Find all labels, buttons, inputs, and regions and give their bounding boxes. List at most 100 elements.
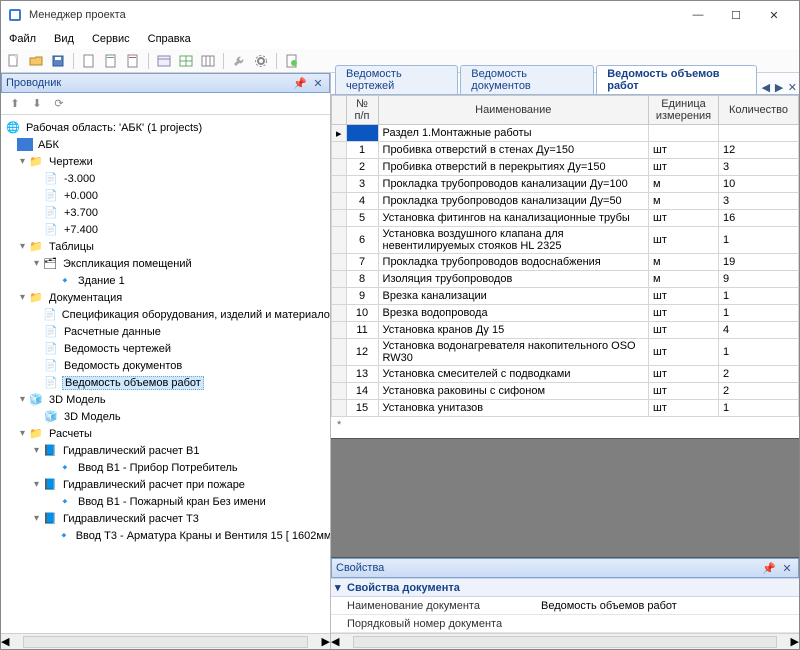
tabs-next-icon[interactable]: ▶ bbox=[773, 81, 786, 94]
cell-qty[interactable]: 12 bbox=[719, 142, 799, 159]
tb-doc1-icon[interactable] bbox=[80, 52, 98, 70]
project-tree[interactable]: 🌐Рабочая область: 'АБК' (1 projects) АБК… bbox=[1, 115, 330, 633]
table-row[interactable]: 7Прокладка трубопроводов водоснабжениям1… bbox=[332, 254, 799, 271]
tb-new-icon[interactable] bbox=[5, 52, 23, 70]
close-button[interactable]: ✕ bbox=[755, 3, 793, 27]
col-number[interactable]: № п/п bbox=[346, 96, 378, 125]
cell-name[interactable]: Установка воздушного клапана для невенти… bbox=[378, 227, 648, 254]
table-row[interactable]: 15Установка унитазовшт1 bbox=[332, 400, 799, 417]
pin-icon[interactable]: 📌 bbox=[762, 561, 776, 575]
tree-building[interactable]: Здание 1 bbox=[76, 275, 127, 287]
maximize-button[interactable]: ☐ bbox=[717, 3, 755, 27]
cell-num[interactable]: 10 bbox=[346, 305, 378, 322]
collapse-icon[interactable]: ▾ bbox=[17, 156, 28, 167]
menu-help[interactable]: Справка bbox=[146, 32, 193, 46]
tree-level[interactable]: +7.400 bbox=[62, 224, 100, 236]
tb-props-icon[interactable] bbox=[155, 52, 173, 70]
nav-up-icon[interactable]: ⬆ bbox=[7, 96, 23, 112]
tb-wrench-icon[interactable] bbox=[230, 52, 248, 70]
tree-level[interactable]: +0.000 bbox=[62, 190, 100, 202]
sidebar-scrollbar[interactable]: ◀▶ bbox=[1, 633, 330, 649]
cell-unit[interactable]: шт bbox=[649, 142, 719, 159]
tree-calc-t3[interactable]: Гидравлический расчет Т3 bbox=[61, 513, 201, 525]
tb-grid-icon[interactable] bbox=[177, 52, 195, 70]
tb-table-icon[interactable] bbox=[199, 52, 217, 70]
tb-report-icon[interactable] bbox=[283, 52, 301, 70]
tree-doc-item[interactable]: Расчетные данные bbox=[62, 326, 163, 338]
minimize-button[interactable]: — bbox=[679, 3, 717, 27]
cell-name[interactable]: Прокладка трубопроводов водоснабжения bbox=[378, 254, 648, 271]
cell-unit[interactable]: шт bbox=[649, 210, 719, 227]
section-cell[interactable]: Раздел 1.Монтажные работы bbox=[378, 125, 648, 142]
cell-qty[interactable]: 1 bbox=[719, 227, 799, 254]
cell-num[interactable]: 2 bbox=[346, 159, 378, 176]
nav-down-icon[interactable]: ⬇ bbox=[29, 96, 45, 112]
table-row[interactable]: 6Установка воздушного клапана для невент… bbox=[332, 227, 799, 254]
table-row[interactable]: 13Установка смесителей с подводкамишт2 bbox=[332, 366, 799, 383]
cell-num[interactable]: 5 bbox=[346, 210, 378, 227]
cell-num[interactable]: 4 bbox=[346, 193, 378, 210]
col-name[interactable]: Наименование bbox=[378, 96, 648, 125]
cell-num[interactable]: 14 bbox=[346, 383, 378, 400]
cell-name[interactable]: Врезка канализации bbox=[378, 288, 648, 305]
tab-work-volumes[interactable]: Ведомость объемов работ bbox=[596, 65, 757, 94]
cell-unit[interactable]: м bbox=[649, 176, 719, 193]
tree-doc-item[interactable]: Ведомость документов bbox=[62, 360, 184, 372]
cell-qty[interactable]: 1 bbox=[719, 339, 799, 366]
tree-calc-fire[interactable]: Гидравлический расчет при пожаре bbox=[61, 479, 247, 491]
tree-calc-fire-in[interactable]: Ввод В1 - Пожарный кран Без имени bbox=[76, 496, 268, 508]
table-row[interactable]: 4Прокладка трубопроводов канализации Ду=… bbox=[332, 193, 799, 210]
table-row[interactable]: 12Установка водонагревателя накопительно… bbox=[332, 339, 799, 366]
cell-qty[interactable]: 9 bbox=[719, 271, 799, 288]
tb-doc3-icon[interactable] bbox=[124, 52, 142, 70]
menu-file[interactable]: Файл bbox=[7, 32, 38, 46]
close-panel-icon[interactable]: ✕ bbox=[311, 76, 325, 90]
table-row[interactable]: 14Установка раковины с сифономшт2 bbox=[332, 383, 799, 400]
grid-scroll[interactable]: № п/п Наименование Единица измерения Кол… bbox=[331, 95, 799, 438]
cell-qty[interactable]: 19 bbox=[719, 254, 799, 271]
cell-num[interactable]: 8 bbox=[346, 271, 378, 288]
tab-drawings-list[interactable]: Ведомость чертежей bbox=[335, 65, 458, 94]
tabs-prev-icon[interactable]: ◀ bbox=[759, 81, 772, 94]
nav-refresh-icon[interactable]: ⟳ bbox=[51, 96, 67, 112]
cell-qty[interactable]: 1 bbox=[719, 400, 799, 417]
tree-project[interactable]: АБК bbox=[36, 139, 61, 151]
tree-drawings[interactable]: Чертежи bbox=[47, 156, 95, 168]
cell-num[interactable]: 11 bbox=[346, 322, 378, 339]
cell-unit[interactable]: шт bbox=[649, 339, 719, 366]
collapse-icon[interactable]: ▾ bbox=[17, 292, 28, 303]
table-row[interactable]: 3Прокладка трубопроводов канализации Ду=… bbox=[332, 176, 799, 193]
tabs-close-icon[interactable]: ✕ bbox=[786, 81, 799, 94]
col-qty[interactable]: Количество bbox=[719, 96, 799, 125]
cell-name[interactable]: Изоляция трубопроводов bbox=[378, 271, 648, 288]
cell-qty[interactable]: 3 bbox=[719, 159, 799, 176]
tree-calc-b1[interactable]: Гидравлический расчет В1 bbox=[61, 445, 201, 457]
close-panel-icon[interactable]: ✕ bbox=[780, 561, 794, 575]
cell-name[interactable]: Установка водонагревателя накопительного… bbox=[378, 339, 648, 366]
tb-doc2-icon[interactable] bbox=[102, 52, 120, 70]
collapse-icon[interactable]: ▾ bbox=[31, 445, 42, 456]
cell-num[interactable]: 15 bbox=[346, 400, 378, 417]
tb-open-icon[interactable] bbox=[27, 52, 45, 70]
cell-num[interactable]: 7 bbox=[346, 254, 378, 271]
cell-unit[interactable]: шт bbox=[649, 366, 719, 383]
tree-level[interactable]: -3.000 bbox=[62, 173, 97, 185]
tree-calc-t3-in[interactable]: Ввод Т3 - Арматура Краны и Вентиля 15 [ … bbox=[74, 530, 330, 542]
table-row[interactable]: 9Врезка канализациишт1 bbox=[332, 288, 799, 305]
tree-calcs[interactable]: Расчеты bbox=[47, 428, 94, 440]
cell-qty[interactable]: 10 bbox=[719, 176, 799, 193]
cell-name[interactable]: Прокладка трубопроводов канализации Ду=5… bbox=[378, 193, 648, 210]
cell-qty[interactable]: 16 bbox=[719, 210, 799, 227]
cell-unit[interactable]: шт bbox=[649, 288, 719, 305]
cell-qty[interactable]: 4 bbox=[719, 322, 799, 339]
tree-doc-item[interactable]: Ведомость чертежей bbox=[62, 343, 173, 355]
cell-unit[interactable]: шт bbox=[649, 322, 719, 339]
collapse-icon[interactable]: ▾ bbox=[31, 258, 42, 269]
table-row[interactable]: 2Пробивка отверстий в перекрытиях Ду=150… bbox=[332, 159, 799, 176]
prop-row[interactable]: Порядковый номер документа bbox=[331, 615, 799, 633]
cell-num[interactable]: 3 bbox=[346, 176, 378, 193]
cell-name[interactable]: Установка кранов Ду 15 bbox=[378, 322, 648, 339]
cell-num[interactable]: 6 bbox=[346, 227, 378, 254]
cell-name[interactable]: Установка смесителей с подводками bbox=[378, 366, 648, 383]
menu-view[interactable]: Вид bbox=[52, 32, 76, 46]
